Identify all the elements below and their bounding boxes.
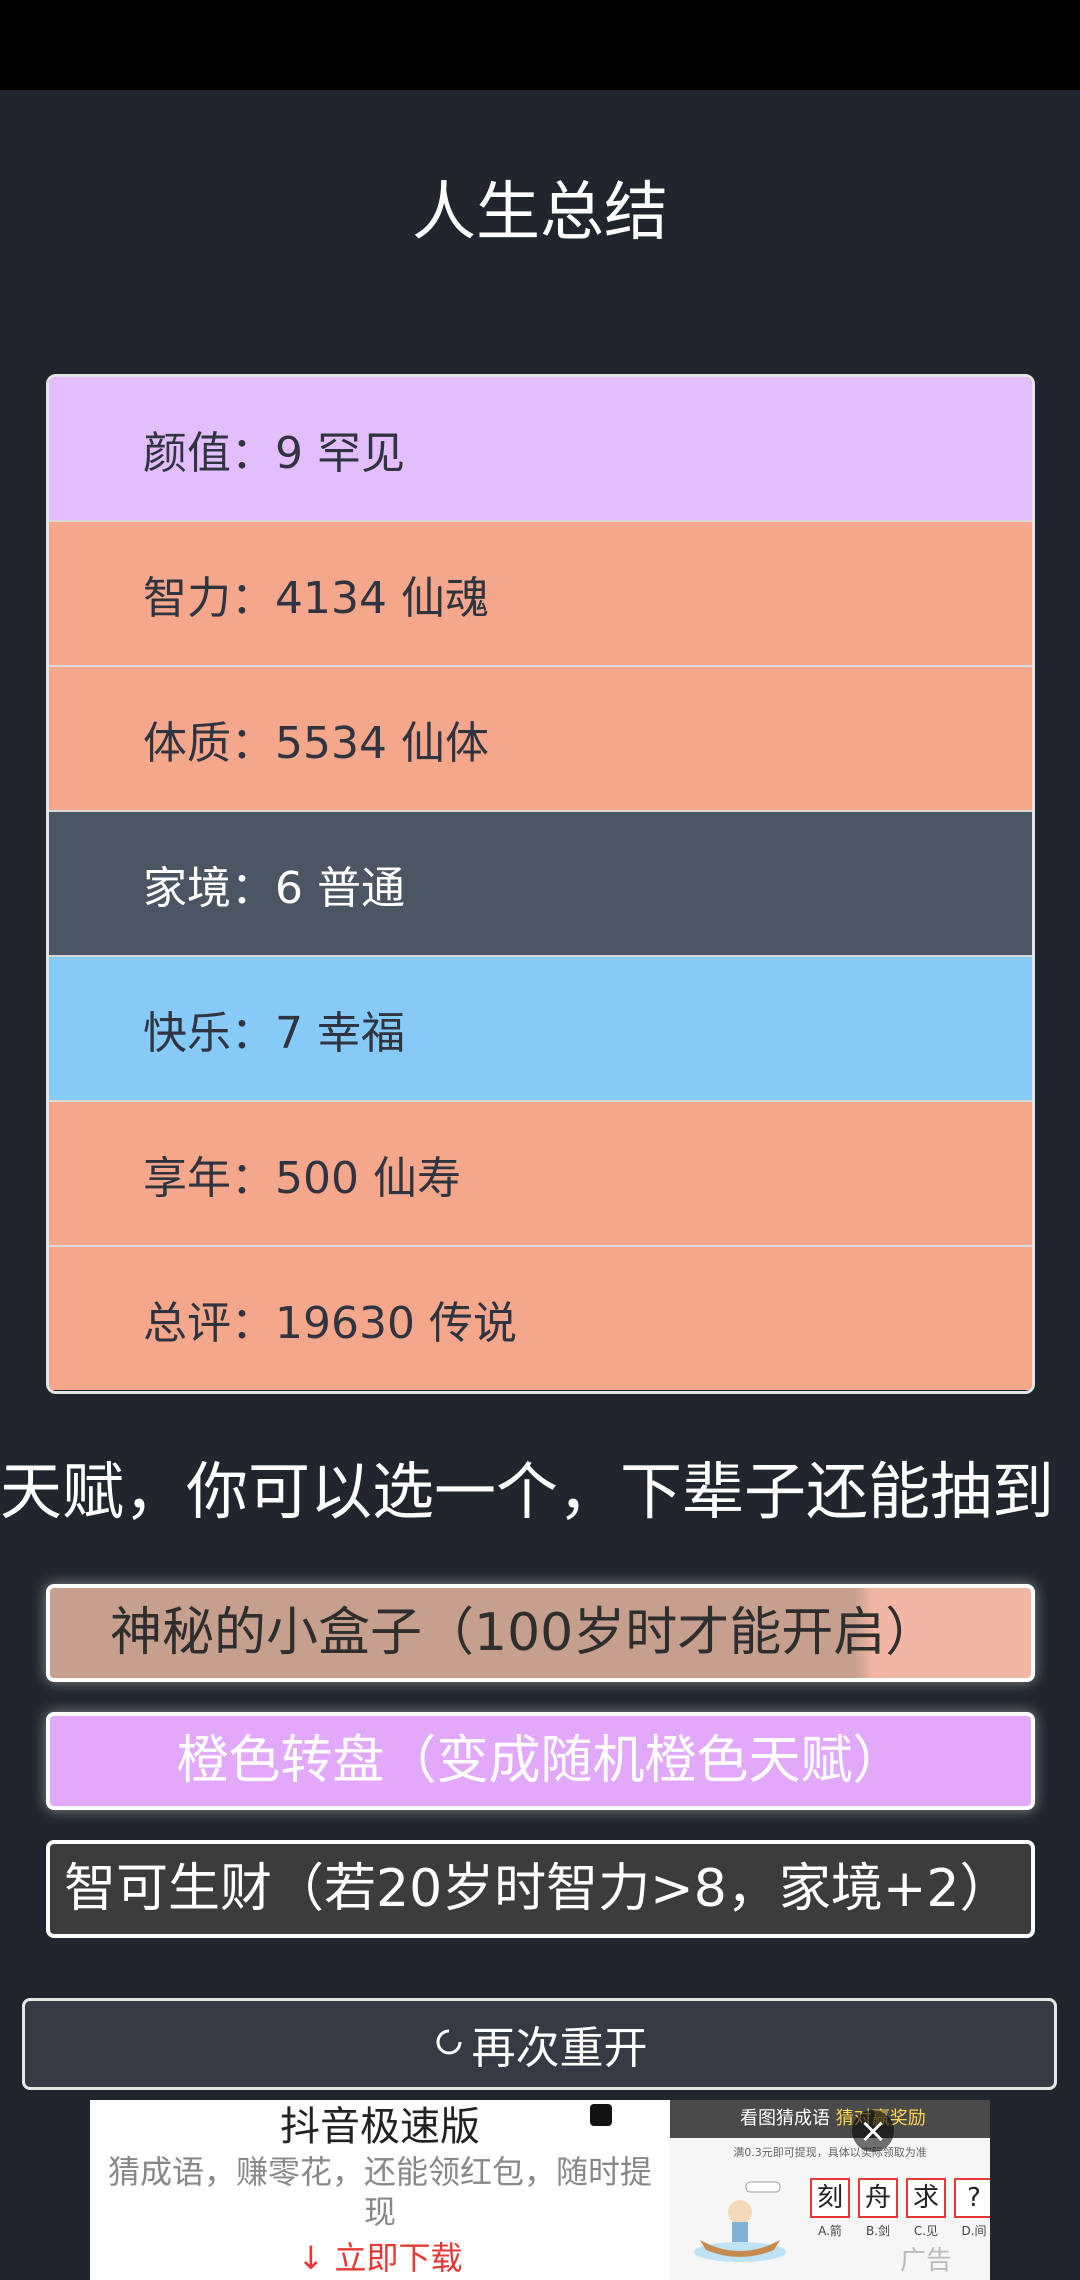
tiktok-logo-icon bbox=[590, 2104, 612, 2126]
boat-illustration-icon bbox=[694, 2181, 786, 2262]
restart-button[interactable]: 再次重开 bbox=[22, 1998, 1057, 2090]
stat-row-intelligence: 智力：4134 仙魂 bbox=[49, 522, 1032, 667]
ad-tag: 广告 bbox=[900, 2246, 953, 2276]
ad-text-block[interactable]: 抖音极速版 猜成语，赚零花，还能领红包，随时提现 ↓ 立即下载 bbox=[90, 2100, 670, 2280]
page-title: 人生总结 bbox=[412, 176, 668, 250]
stats-panel: 颜值：9 罕见 智力：4134 仙魂 体质：5534 仙体 家境：6 普通 快乐… bbox=[46, 374, 1035, 1394]
restart-label: 再次重开 bbox=[471, 2023, 648, 2074]
ad-app-name: 抖音极速版 bbox=[280, 2104, 480, 2150]
refresh-icon bbox=[432, 2019, 466, 2070]
stat-row-overall: 总评：19630 传说 bbox=[49, 1247, 1032, 1390]
ad-download-link[interactable]: ↓ 立即下载 bbox=[90, 2236, 670, 2280]
ad-close-icon[interactable]: × bbox=[852, 2110, 894, 2152]
stat-row-lifespan: 享年：500 仙寿 bbox=[49, 1102, 1032, 1247]
idiom-tile: 刻 bbox=[810, 2178, 850, 2218]
talent-heading: 天赋，你可以选一个，下辈子还能抽到 bbox=[0, 1455, 1055, 1528]
ad-sub-text: 满0.3元即可提现，具体以实际领取为准 bbox=[733, 2146, 927, 2159]
talent-option-orange-wheel[interactable]: 橙色转盘（变成随机橙色天赋） bbox=[46, 1712, 1035, 1810]
idiom-option: D.间 bbox=[961, 2224, 987, 2238]
idiom-option: B.剑 bbox=[865, 2224, 891, 2238]
idiom-tiles: 刻 舟 求 ? bbox=[810, 2178, 990, 2218]
talent-option-wealth-from-wisdom[interactable]: 智可生财（若20岁时智力>8，家境+2） bbox=[46, 1840, 1035, 1938]
idiom-tile: ? bbox=[954, 2178, 990, 2218]
idiom-options: A.箭 B.剑 C.见 D.间 bbox=[810, 2222, 990, 2239]
stat-row-family: 家境：6 普通 bbox=[49, 812, 1032, 957]
idiom-option: A.箭 bbox=[818, 2224, 842, 2238]
stat-row-appearance: 颜值：9 罕见 bbox=[49, 377, 1032, 522]
ad-banner-text: 看图猜成语 bbox=[740, 2108, 830, 2129]
ad-description: 猜成语，赚零花，还能领红包，随时提现 bbox=[107, 2153, 652, 2231]
status-bar bbox=[0, 0, 1080, 90]
talent-option-mystery-box[interactable]: 神秘的小盒子（100岁时才能开启） bbox=[46, 1584, 1035, 1682]
idiom-tile: 求 bbox=[906, 2178, 946, 2218]
idiom-option: C.见 bbox=[913, 2224, 939, 2238]
ad-image-banner: 看图猜成语 猜对赢奖励 bbox=[670, 2100, 990, 2138]
stat-row-happiness: 快乐：7 幸福 bbox=[49, 957, 1032, 1102]
idiom-tile: 舟 bbox=[858, 2178, 898, 2218]
stat-row-constitution: 体质：5534 仙体 bbox=[49, 667, 1032, 812]
